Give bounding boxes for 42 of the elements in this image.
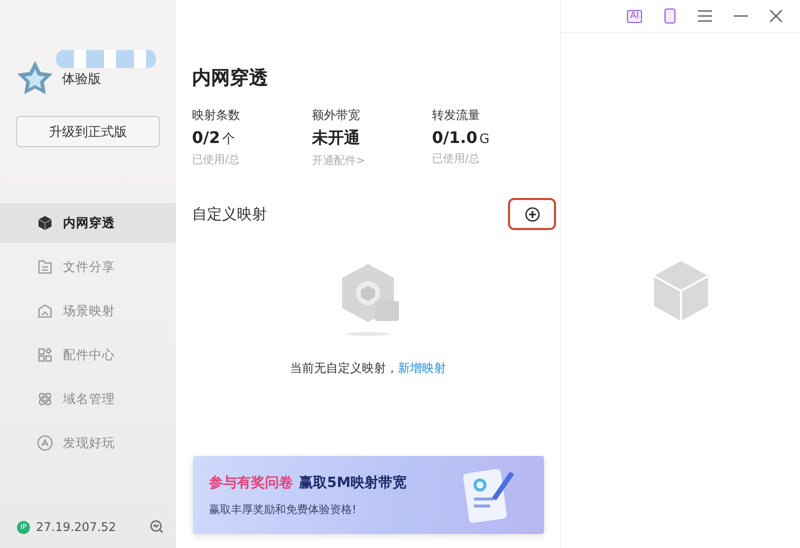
minimize-icon[interactable] [734, 15, 748, 17]
grid-icon [37, 347, 53, 363]
stat-label: 额外带宽 [312, 107, 361, 124]
edition-label: 体验版 [62, 72, 101, 87]
phone-icon[interactable] [664, 8, 676, 24]
page-title: 内网穿透 [192, 66, 269, 91]
upgrade-button[interactable]: 升级到正式版 [16, 116, 160, 147]
section-title: 自定义映射 [192, 204, 267, 224]
stat-note: 已使用/总 [192, 152, 241, 167]
folder-icon [37, 259, 53, 275]
empty-message: 当前无自定义映射，新增映射 [290, 360, 446, 377]
sidebar-item[interactable]: 发现好玩 [0, 423, 176, 463]
sidebar-item[interactable]: 域名管理 [0, 379, 176, 419]
menu-icon[interactable] [698, 10, 712, 22]
stat-label: 转发流量 [432, 107, 481, 124]
stat-unit: G [479, 132, 490, 147]
orbit-icon [37, 391, 53, 407]
banner-subtitle: 赢取丰厚奖励和免费体验资格! [209, 502, 358, 516]
sidebar-item[interactable]: 配件中心 [0, 335, 176, 375]
stat-label: 映射条数 [192, 107, 241, 124]
sidebar-item[interactable]: 内网穿透 [0, 203, 176, 243]
star-icon [16, 60, 54, 96]
ai-icon[interactable]: AI [627, 10, 642, 22]
close-icon[interactable] [770, 10, 782, 22]
survey-banner[interactable]: 参与有奖问卷 赢取5M映射带宽 赢取丰厚奖励和免费体验资格! [193, 456, 544, 534]
stat-value: 未开通 [312, 128, 360, 149]
stat-unit: 个 [222, 131, 236, 148]
stat-value: 0/1.0 [432, 128, 478, 147]
plus-circle-icon [524, 206, 540, 222]
sidebar-item[interactable]: 场景映射 [0, 291, 176, 331]
house-icon [37, 303, 53, 319]
add-mapping-link[interactable]: 新增映射 [398, 361, 446, 375]
stat-value: 0/2 [192, 128, 220, 147]
banner-title: 参与有奖问卷 赢取5M映射带宽 [209, 474, 407, 492]
stat-note: 已使用/总 [432, 151, 481, 166]
compass-icon [37, 435, 53, 451]
cube-icon [37, 215, 53, 231]
stat-note: 开通配件> [312, 153, 366, 168]
search-icon[interactable] [150, 520, 164, 534]
add-button[interactable] [508, 198, 556, 230]
sidebar-item[interactable]: 文件分享 [0, 247, 176, 287]
ip-address: 27.19.207.52 [36, 520, 118, 534]
